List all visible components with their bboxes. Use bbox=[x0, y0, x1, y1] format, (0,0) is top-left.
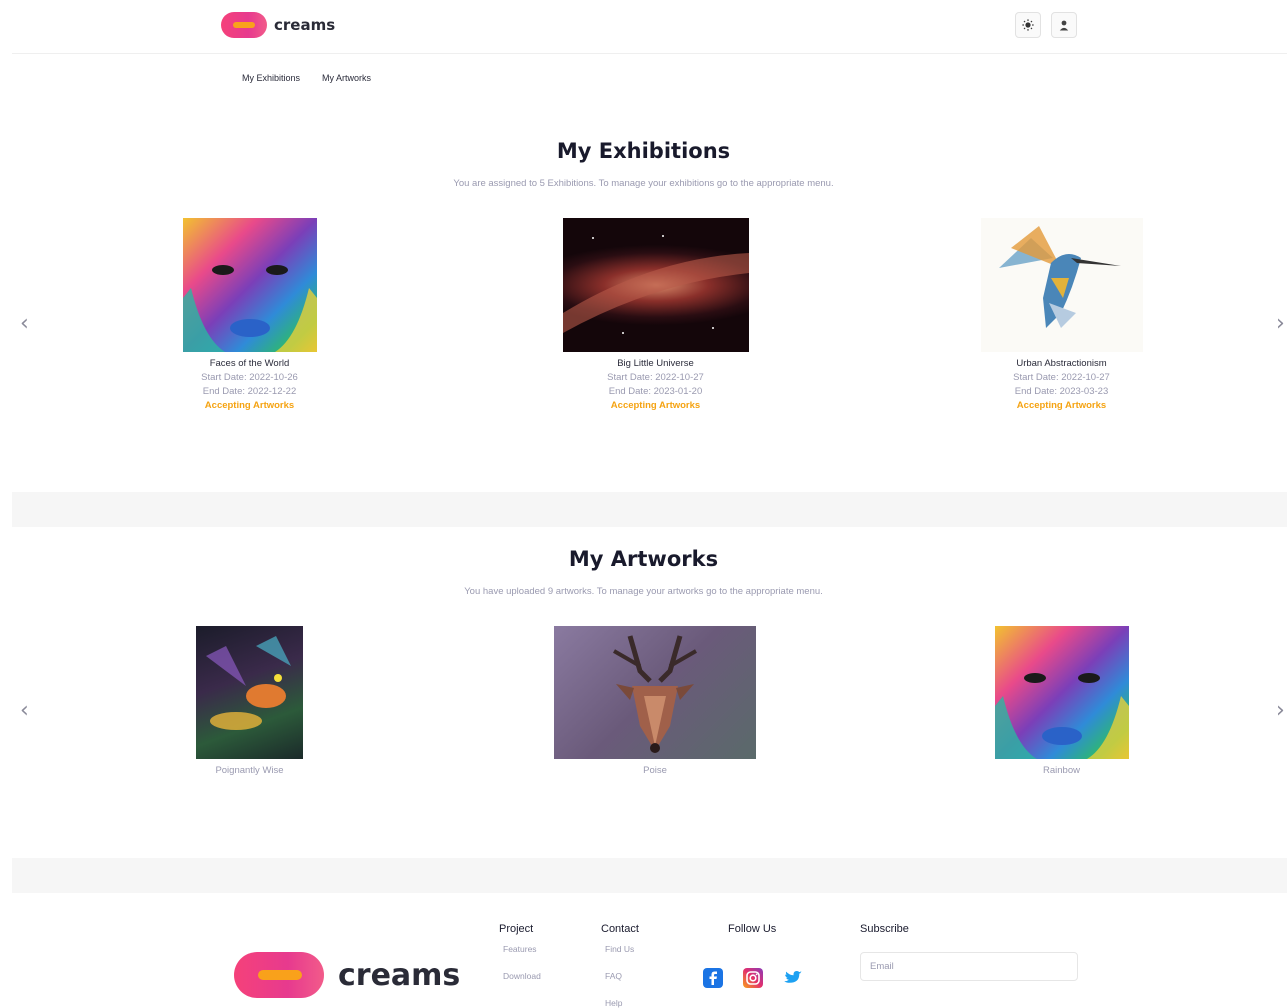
exhibition-thumbnail bbox=[980, 218, 1143, 352]
artwork-thumbnail bbox=[196, 626, 303, 759]
section-divider bbox=[12, 858, 1287, 893]
logo-mark bbox=[221, 12, 267, 38]
section-divider bbox=[12, 492, 1287, 527]
exhibition-start-date: Start Date: 2022-10-27 bbox=[1013, 372, 1110, 383]
footer-follow-title: Follow Us bbox=[728, 923, 777, 935]
footer-link-download[interactable]: Download bbox=[503, 971, 541, 981]
artwork-card[interactable]: Poignantly Wise bbox=[150, 626, 349, 776]
footer-project-title: Project bbox=[499, 923, 534, 935]
user-menu-button[interactable] bbox=[1051, 12, 1077, 38]
social-icons bbox=[703, 968, 803, 988]
footer-logo-text: creams bbox=[338, 957, 461, 993]
exhibition-end-date: End Date: 2023-01-20 bbox=[608, 386, 703, 397]
header-logo[interactable]: creams bbox=[221, 12, 335, 38]
exhibition-card[interactable]: Urban Abstractionism Start Date: 2022-10… bbox=[962, 218, 1161, 411]
artworks-title: My Artworks bbox=[568, 547, 719, 571]
artwork-thumbnail bbox=[554, 626, 756, 759]
exhibition-status: Accepting Artworks bbox=[1016, 400, 1107, 411]
exhibition-name: Big Little Universe bbox=[617, 358, 694, 369]
exhibition-thumbnail bbox=[562, 218, 749, 352]
sub-navigation: My Exhibitions My Artworks bbox=[242, 73, 371, 83]
artwork-name: Poise bbox=[643, 765, 667, 776]
subscribe-email-input[interactable] bbox=[860, 952, 1078, 981]
artwork-name: Rainbow bbox=[1043, 765, 1080, 776]
logo-text: creams bbox=[274, 16, 336, 34]
footer-project-column: Project Features Download bbox=[499, 923, 541, 981]
exhibition-name: Urban Abstractionism bbox=[1016, 358, 1107, 369]
facebook-icon[interactable] bbox=[703, 968, 723, 988]
exhibition-end-date: End Date: 2022-12-22 bbox=[202, 386, 297, 397]
footer-link-help[interactable]: Help bbox=[605, 998, 639, 1008]
top-header bbox=[12, 0, 1287, 54]
exhibition-card[interactable]: Faces of the World Start Date: 2022-10-2… bbox=[150, 218, 349, 411]
artwork-name: Poignantly Wise bbox=[215, 765, 284, 776]
footer-link-features[interactable]: Features bbox=[503, 944, 541, 954]
logo-mark bbox=[234, 952, 324, 998]
footer-logo[interactable]: creams bbox=[234, 952, 460, 998]
artwork-card[interactable]: Rainbow bbox=[962, 626, 1161, 776]
exhibition-start-date: Start Date: 2022-10-26 bbox=[201, 372, 298, 383]
artworks-prev-arrow[interactable]: ‹ bbox=[20, 698, 29, 723]
nav-my-artworks[interactable]: My Artworks bbox=[322, 73, 371, 83]
footer-contact-title: Contact bbox=[601, 923, 639, 935]
exhibition-thumbnail bbox=[182, 218, 317, 352]
sun-icon bbox=[1022, 19, 1034, 31]
user-icon bbox=[1059, 20, 1069, 30]
artwork-thumbnail bbox=[994, 626, 1129, 759]
footer-subscribe-title: Subscribe bbox=[860, 923, 909, 935]
footer-link-find-us[interactable]: Find Us bbox=[605, 944, 639, 954]
artwork-card[interactable]: Poise bbox=[554, 626, 756, 776]
exhibitions-next-arrow[interactable]: › bbox=[1276, 311, 1285, 336]
exhibition-start-date: Start Date: 2022-10-27 bbox=[607, 372, 704, 383]
exhibition-card[interactable]: Big Little Universe Start Date: 2022-10-… bbox=[556, 218, 755, 411]
artworks-next-arrow[interactable]: › bbox=[1276, 698, 1285, 723]
footer-contact-column: Contact Find Us FAQ Help bbox=[601, 923, 639, 1008]
exhibitions-prev-arrow[interactable]: ‹ bbox=[20, 311, 29, 336]
nav-my-exhibitions[interactable]: My Exhibitions bbox=[242, 73, 300, 83]
exhibition-end-date: End Date: 2023-03-23 bbox=[1014, 386, 1109, 397]
artworks-subtitle: You have uploaded 9 artworks. To manage … bbox=[464, 586, 823, 597]
footer-subscribe-column: Subscribe bbox=[860, 923, 909, 944]
theme-toggle-button[interactable] bbox=[1015, 12, 1041, 38]
exhibitions-title: My Exhibitions bbox=[556, 139, 731, 163]
footer-follow-column: Follow Us bbox=[728, 923, 776, 944]
twitter-icon[interactable] bbox=[783, 968, 803, 988]
footer-link-faq[interactable]: FAQ bbox=[605, 971, 639, 981]
exhibitions-subtitle: You are assigned to 5 Exhibitions. To ma… bbox=[453, 178, 834, 189]
instagram-icon[interactable] bbox=[743, 968, 763, 988]
exhibition-status: Accepting Artworks bbox=[204, 400, 295, 411]
exhibition-status: Accepting Artworks bbox=[610, 400, 701, 411]
exhibition-name: Faces of the World bbox=[209, 358, 290, 369]
